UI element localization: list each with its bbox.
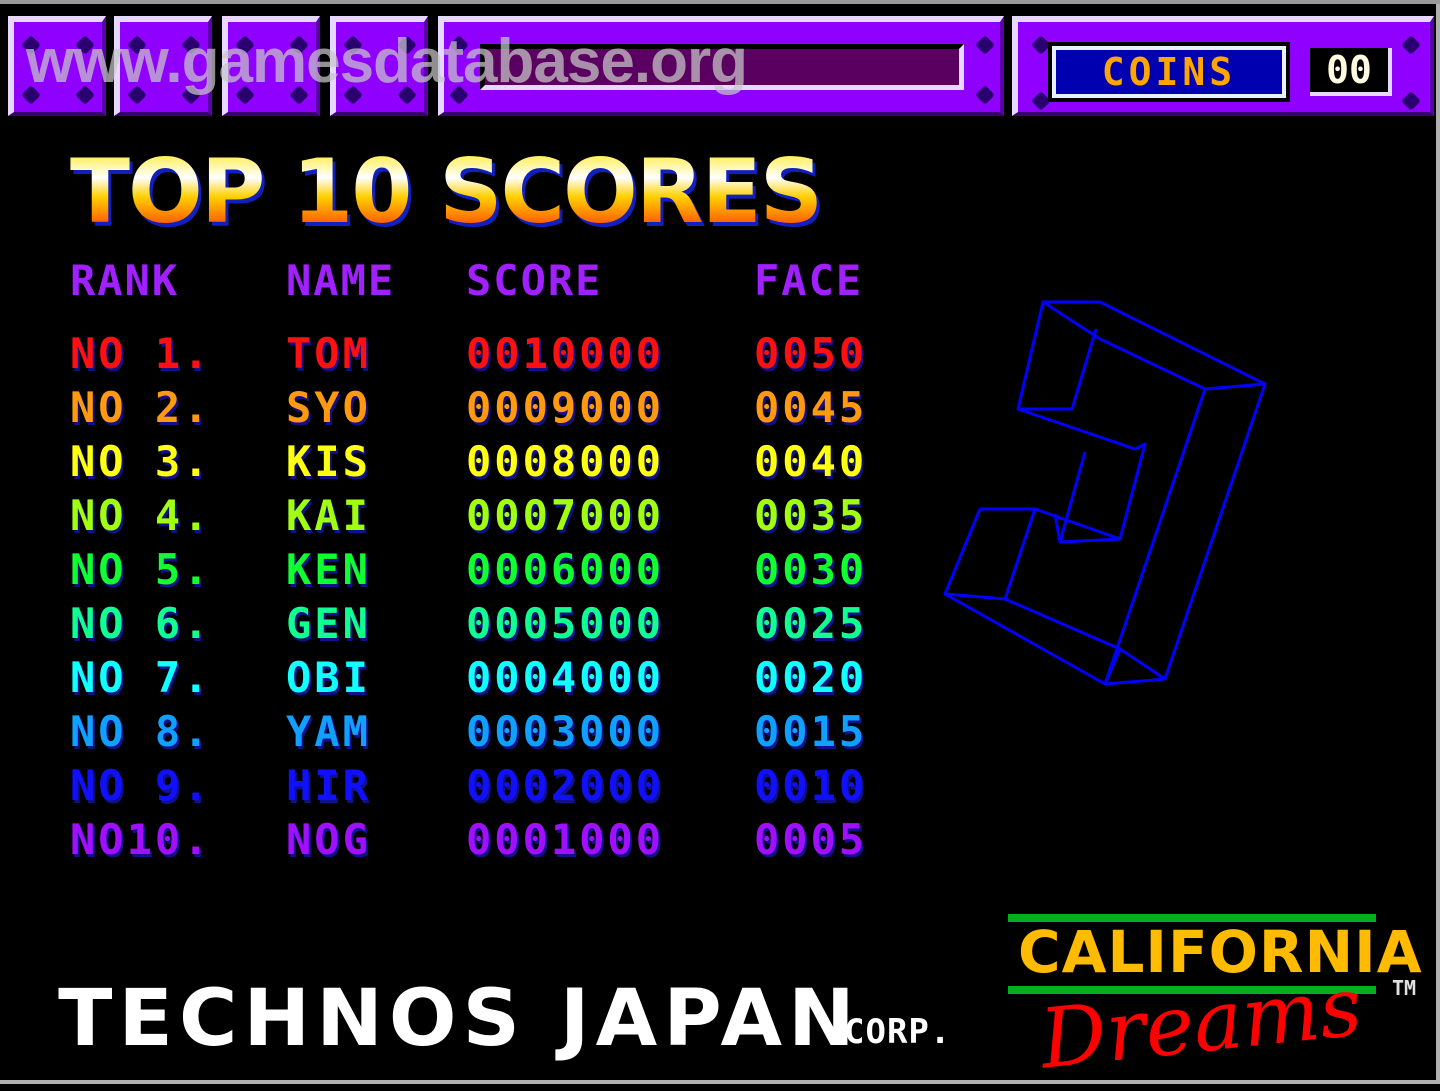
score-cell: 0005000: [466, 599, 665, 648]
face-cell: 0010: [754, 761, 868, 810]
rank-cell: NO 3.: [70, 437, 212, 486]
trademark-mark: TM: [1392, 976, 1417, 1000]
top-status-bar: COINS 00 www.gamesdatabase.org: [0, 8, 1440, 116]
score-cell: 0010000: [466, 329, 665, 378]
name-cell: GEN: [286, 599, 371, 648]
frame-bottom: [0, 1080, 1440, 1084]
rivet-icon: [1031, 91, 1051, 111]
table-row: NO 8. YAM 0003000 0015: [0, 707, 940, 757]
table-row: NO 2. SYO 0009000 0045: [0, 383, 940, 433]
wireframe-edge: [1016, 301, 1098, 411]
coins-label: COINS: [1048, 42, 1290, 102]
rank-cell: NO 4.: [70, 491, 212, 540]
name-cell: YAM: [286, 707, 371, 756]
face-cell: 0025: [754, 599, 868, 648]
score-cell: 0004000: [466, 653, 665, 702]
rank-cell: NO 6.: [70, 599, 212, 648]
face-cell: 0040: [754, 437, 868, 486]
wireframe-edge: [980, 507, 1121, 541]
table-row: NO 9. HIR 0002000 0010: [0, 761, 940, 811]
table-row: NO 3. KIS 0008000 0040: [0, 437, 940, 487]
table-row: NO 7. OBI 0004000 0020: [0, 653, 940, 703]
rank-cell: NO 7.: [70, 653, 212, 702]
wireframe-edge: [943, 508, 1037, 601]
page-title: TOP 10 SCORES: [70, 140, 823, 243]
table-row: NO 1. TOM 0010000 0050: [0, 329, 940, 379]
name-cell: NOG: [286, 815, 371, 864]
wireframe-edge: [1017, 407, 1147, 544]
face-cell: 0035: [754, 491, 868, 540]
rank-cell: NO 9.: [70, 761, 212, 810]
rivet-icon: [975, 85, 995, 105]
table-row: NO 5. KEN 0006000 0030: [0, 545, 940, 595]
rivet-icon: [1401, 91, 1421, 111]
rank-cell: NO 8.: [70, 707, 212, 756]
table-row: NO 6. GEN 0005000 0025: [0, 599, 940, 649]
rank-cell: NO10.: [70, 815, 212, 864]
wireframe-edge: [1119, 647, 1166, 681]
rivet-icon: [975, 35, 995, 55]
name-cell: KAI: [286, 491, 371, 540]
watermark: www.gamesdatabase.org: [26, 27, 748, 96]
rank-cell: NO 1.: [70, 329, 212, 378]
wireframe-edge: [1041, 300, 1267, 391]
face-cell: 0015: [754, 707, 868, 756]
rank-cell: NO 5.: [70, 545, 212, 594]
score-cell: 0007000: [466, 491, 665, 540]
publisher-suffix: CORP.: [844, 1012, 952, 1052]
rivet-icon: [1031, 35, 1051, 55]
wireframe-edge: [1103, 383, 1267, 686]
face-cell: 0005: [754, 815, 868, 864]
face-cell: 0045: [754, 383, 868, 432]
coins-count: 00: [1310, 48, 1392, 96]
name-cell: KEN: [286, 545, 371, 594]
name-cell: TOM: [286, 329, 371, 378]
header-name: NAME: [286, 256, 396, 305]
publisher-logo: TECHNOS JAPAN: [58, 974, 861, 1064]
game-screen: COINS 00 www.gamesdatabase.org TOP 10 SC…: [0, 0, 1440, 1088]
rank-cell: NO 2.: [70, 383, 212, 432]
face-cell: 0020: [754, 653, 868, 702]
score-cell: 0009000: [466, 383, 665, 432]
wireframe-block-icon: [943, 300, 1267, 686]
name-cell: HIR: [286, 761, 371, 810]
score-cell: 0003000: [466, 707, 665, 756]
frame-edge: [1436, 4, 1440, 1084]
wireframe-edge: [944, 592, 1122, 686]
header-rank: RANK: [70, 256, 180, 305]
header-score: SCORE: [466, 256, 603, 305]
score-cell: 0006000: [466, 545, 665, 594]
name-cell: SYO: [286, 383, 371, 432]
face-cell: 0030: [754, 545, 868, 594]
name-cell: OBI: [286, 653, 371, 702]
score-cell: 0008000: [466, 437, 665, 486]
face-cell: 0050: [754, 329, 868, 378]
coins-panel: COINS 00: [1012, 16, 1434, 116]
table-row: NO 4. KAI 0007000 0035: [0, 491, 940, 541]
table-row: NO10. NOG 0001000 0005: [0, 815, 940, 865]
score-cell: 0001000: [466, 815, 665, 864]
header-face: FACE: [754, 256, 864, 305]
name-cell: KIS: [286, 437, 371, 486]
score-cell: 0002000: [466, 761, 665, 810]
rivet-icon: [1401, 35, 1421, 55]
